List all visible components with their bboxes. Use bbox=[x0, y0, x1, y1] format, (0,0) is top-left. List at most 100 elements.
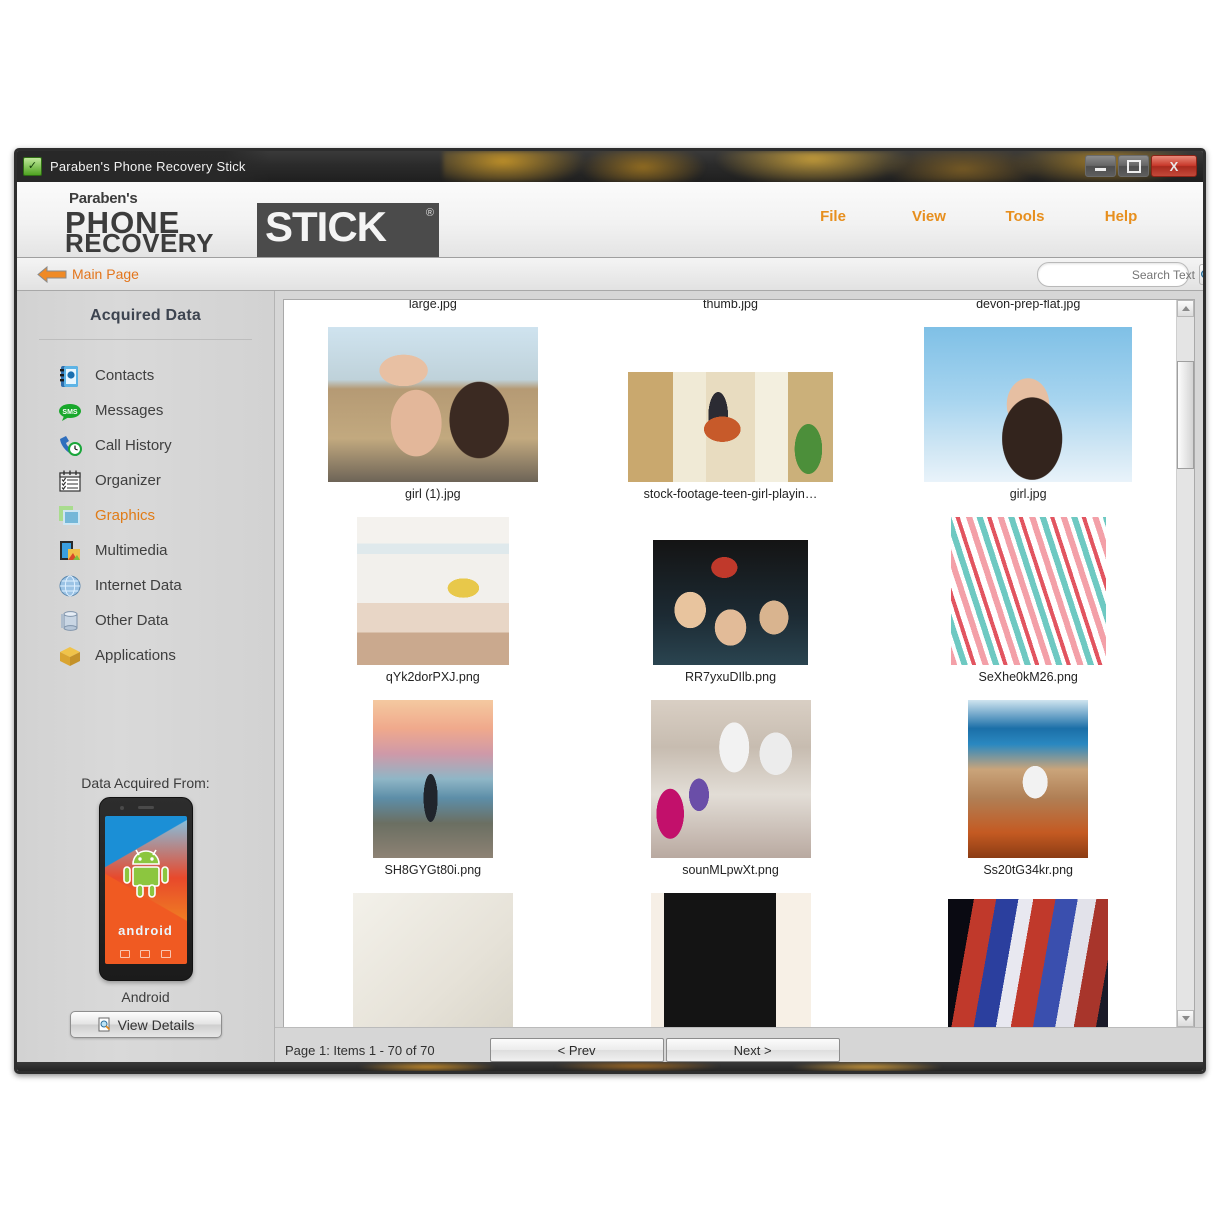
scrollbar-thumb[interactable] bbox=[1177, 361, 1194, 469]
title-bar: ✓ Paraben's Phone Recovery Stick X bbox=[17, 151, 1203, 182]
acquired-device-panel: Data Acquired From: android Android View… bbox=[17, 775, 274, 1038]
thumbnail-image[interactable] bbox=[352, 893, 513, 1027]
search-input[interactable] bbox=[1038, 264, 1199, 285]
brand-stick: STICK bbox=[265, 203, 387, 250]
scroll-down-button[interactable] bbox=[1177, 1010, 1194, 1027]
grid-cell[interactable]: thumb.jpg bbox=[582, 300, 880, 327]
grid-cell[interactable]: large.jpg bbox=[284, 300, 582, 327]
android-wordmark: android bbox=[118, 923, 173, 938]
grid-cell[interactable]: stock-footage-teen-girl-playin… bbox=[582, 327, 880, 517]
package-icon bbox=[57, 643, 83, 669]
sidebar-item-multimedia[interactable]: Multimedia bbox=[17, 533, 274, 568]
back-arrow-icon[interactable] bbox=[37, 265, 67, 283]
registered-mark: ® bbox=[425, 207, 434, 219]
thumbnail-image[interactable] bbox=[653, 540, 808, 665]
thumbnail-caption: qYk2dorPXJ.png bbox=[385, 670, 480, 684]
globe-icon bbox=[57, 573, 83, 599]
grid-cell[interactable]: SH8GYGt80i.png bbox=[284, 700, 582, 893]
sidebar-nav-list: Contacts SMS Messages Call History Organ… bbox=[17, 358, 274, 673]
thumbnail-image[interactable] bbox=[628, 372, 833, 482]
thumbnail-image[interactable] bbox=[372, 700, 493, 858]
grid-cell[interactable]: SeXhe0kM26.png bbox=[879, 517, 1177, 700]
view-details-button[interactable]: View Details bbox=[69, 1011, 222, 1038]
window-controls: X bbox=[1085, 155, 1197, 177]
thumbnail-image[interactable] bbox=[948, 899, 1109, 1027]
sidebar-item-label: Call History bbox=[95, 437, 172, 454]
sidebar-item-internet-data[interactable]: Internet Data bbox=[17, 568, 274, 603]
thumbnail-image[interactable] bbox=[968, 700, 1089, 858]
checkmark-icon: ✓ bbox=[23, 157, 42, 176]
menu-file[interactable]: File bbox=[785, 208, 881, 225]
grid-cell[interactable]: girl.jpg bbox=[879, 327, 1177, 517]
details-icon bbox=[98, 1017, 110, 1032]
grid-scrollport: large.jpg thumb.jpg devon-prep-flat.jpg bbox=[284, 300, 1177, 1027]
menu-tools[interactable]: Tools bbox=[977, 208, 1073, 225]
thumbnail-image[interactable] bbox=[650, 893, 811, 1027]
view-details-label: View Details bbox=[117, 1016, 195, 1033]
sidebar-item-applications[interactable]: Applications bbox=[17, 638, 274, 673]
thumbnail-caption: girl (1).jpg bbox=[405, 487, 461, 501]
sidebar-item-label: Messages bbox=[95, 402, 164, 419]
earpiece bbox=[137, 806, 154, 809]
thumbnail-image[interactable] bbox=[650, 700, 811, 858]
grid-row bbox=[284, 893, 1177, 1027]
minimize-button[interactable] bbox=[1085, 155, 1116, 177]
grid-cell[interactable]: Ss20tG34kr.png bbox=[879, 700, 1177, 893]
grid-cell[interactable]: devon-prep-flat.jpg bbox=[879, 300, 1177, 327]
application-window: ✓ Paraben's Phone Recovery Stick X Parab… bbox=[14, 148, 1206, 1074]
sidebar-item-label: Organizer bbox=[95, 472, 161, 489]
thumbnail-caption: SH8GYGt80i.png bbox=[384, 863, 482, 877]
scrollbar-track[interactable] bbox=[1177, 317, 1194, 1010]
grid-cell[interactable]: RR7yxuDIlb.png bbox=[582, 517, 880, 700]
maximize-button[interactable] bbox=[1118, 155, 1149, 177]
grid-cell[interactable] bbox=[284, 893, 582, 1027]
sidebar-item-other-data[interactable]: Other Data bbox=[17, 603, 274, 638]
thumbnail-grid-frame: large.jpg thumb.jpg devon-prep-flat.jpg bbox=[283, 299, 1195, 1028]
prev-page-button[interactable]: < Prev bbox=[489, 1038, 664, 1062]
menu-view[interactable]: View bbox=[881, 208, 977, 225]
grid-cell[interactable]: girl (1).jpg bbox=[284, 327, 582, 517]
sidebar-item-label: Graphics bbox=[95, 507, 156, 524]
close-button[interactable]: X bbox=[1151, 155, 1197, 177]
thumbnail-image[interactable] bbox=[950, 517, 1106, 665]
search-box bbox=[1037, 262, 1203, 287]
next-page-button[interactable]: Next > bbox=[665, 1038, 840, 1062]
magnifier-icon[interactable] bbox=[1199, 264, 1203, 285]
vertical-scrollbar[interactable] bbox=[1176, 300, 1194, 1027]
grid-cell[interactable]: sounMLpwXt.png bbox=[582, 700, 880, 893]
front-camera bbox=[119, 806, 124, 810]
sidebar-item-label: Multimedia bbox=[95, 542, 168, 559]
grid-row: qYk2dorPXJ.png RR7yxuDIlb.png SeXhe0kM26… bbox=[284, 517, 1177, 700]
sidebar-item-messages[interactable]: SMS Messages bbox=[17, 393, 274, 428]
thumbnail-caption: Ss20tG34kr.png bbox=[983, 863, 1073, 877]
scroll-up-button[interactable] bbox=[1177, 300, 1194, 317]
sidebar-item-graphics[interactable]: Graphics bbox=[17, 498, 274, 533]
title-bar-left: ✓ Paraben's Phone Recovery Stick bbox=[17, 151, 270, 182]
thumbnail-caption: stock-footage-teen-girl-playin… bbox=[643, 487, 818, 501]
brand-stick-box: STICK ® bbox=[257, 203, 439, 257]
sidebar-item-call-history[interactable]: Call History bbox=[17, 428, 274, 463]
contacts-icon bbox=[57, 363, 83, 389]
sms-icon: SMS bbox=[57, 398, 83, 424]
thumbnail-caption: large.jpg bbox=[408, 300, 457, 311]
grid-cell[interactable]: qYk2dorPXJ.png bbox=[284, 517, 582, 700]
grid-cell[interactable] bbox=[582, 893, 880, 1027]
device-screen: android bbox=[104, 816, 187, 964]
sidebar-item-organizer[interactable]: Organizer bbox=[17, 463, 274, 498]
call-history-icon bbox=[57, 433, 83, 459]
grid-row: girl (1).jpg stock-footage-teen-girl-pla… bbox=[284, 327, 1177, 517]
thumbnail-caption: sounMLpwXt.png bbox=[682, 863, 779, 877]
device-name: Android bbox=[121, 989, 170, 1005]
pagination-controls: < Prev Next > bbox=[489, 1038, 840, 1062]
thumbnail-caption: girl.jpg bbox=[1009, 487, 1047, 501]
sidebar-item-contacts[interactable]: Contacts bbox=[17, 358, 274, 393]
thumbnail-image[interactable] bbox=[356, 517, 509, 665]
sidebar-divider bbox=[39, 339, 252, 340]
thumbnail-caption: RR7yxuDIlb.png bbox=[685, 670, 777, 684]
chevron-up-icon bbox=[1181, 306, 1190, 311]
grid-cell[interactable] bbox=[879, 893, 1177, 1027]
menu-help[interactable]: Help bbox=[1073, 208, 1169, 225]
thumbnail-image[interactable] bbox=[327, 327, 538, 482]
thumbnail-image[interactable] bbox=[924, 327, 1133, 482]
main-page-link[interactable]: Main Page bbox=[72, 266, 139, 282]
